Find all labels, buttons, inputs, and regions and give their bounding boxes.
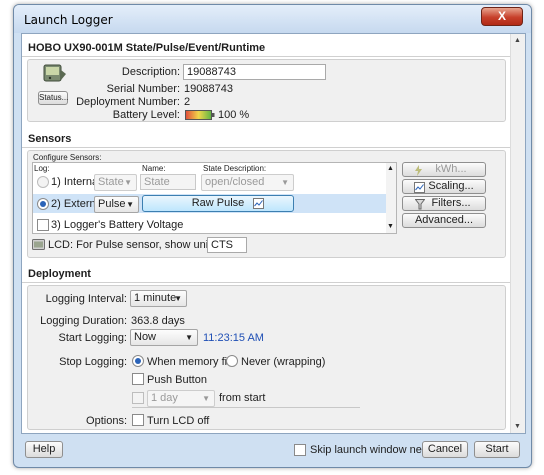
deployment-number-value: 2 — [184, 96, 191, 108]
push-button-label: Push Button — [147, 374, 207, 386]
sensor-1-state-select[interactable]: open/closed ▼ — [201, 174, 294, 191]
from-start-label: from start — [219, 392, 266, 404]
serial-number-label: Serial Number: — [106, 83, 180, 95]
logging-interval-select[interactable]: 1 minute ▼ — [130, 290, 187, 307]
logging-duration-value: 363.8 days — [131, 315, 185, 327]
options-label: Options: — [86, 415, 127, 427]
graph-icon — [253, 198, 264, 209]
chevron-down-icon: ▼ — [202, 394, 210, 403]
turn-lcd-off-label: Turn LCD off — [147, 415, 210, 427]
battery-icon — [185, 110, 215, 120]
lcd-units-field[interactable]: CTS — [207, 237, 247, 253]
scroll-up-icon[interactable]: ▲ — [387, 165, 394, 172]
chevron-down-icon: ▼ — [126, 200, 134, 209]
sensor-2-type-select[interactable]: Pulse ▼ — [94, 196, 139, 213]
advanced-button[interactable]: Advanced... — [402, 213, 486, 228]
chevron-down-icon: ▼ — [124, 178, 132, 187]
scroll-up-icon[interactable]: ▲ — [514, 37, 521, 44]
start-logging-label: Start Logging: — [58, 332, 128, 344]
launch-logger-window: Launch Logger X HOBO UX90-001M State/Pul… — [13, 4, 532, 468]
lcd-icon — [32, 239, 45, 250]
stop-memory-radio[interactable] — [132, 355, 144, 367]
scroll-down-icon[interactable]: ▼ — [387, 223, 394, 230]
logging-duration-label: Logging Duration: — [40, 315, 127, 327]
deployment-heading: Deployment — [28, 268, 91, 280]
sensor-1-radio[interactable] — [37, 176, 49, 188]
description-label: Description: — [121, 66, 180, 78]
deployment-panel: Logging Interval: 1 minute ▼ Logging Dura… — [27, 285, 506, 430]
logger-device-icon — [43, 64, 66, 82]
stop-never-label: Never (wrapping) — [241, 356, 326, 368]
dialog-body: HOBO UX90-001M State/Pulse/Event/Runtime… — [21, 33, 526, 434]
column-name: Name: — [142, 164, 166, 173]
scaling-graph-icon — [414, 182, 425, 193]
column-state-description: State Description: — [203, 164, 267, 173]
push-button-checkbox[interactable] — [132, 373, 144, 385]
title-bar: Launch Logger X — [14, 5, 531, 33]
sensors-panel: Configure Sensors: Log: Name: State Desc… — [27, 150, 506, 258]
chevron-down-icon: ▼ — [174, 294, 182, 303]
turn-lcd-off-checkbox[interactable] — [132, 414, 144, 426]
sensor-3-checkbox[interactable] — [37, 219, 49, 231]
chevron-down-icon: ▼ — [281, 178, 289, 187]
configure-sensors-label: Configure Sensors: — [33, 153, 102, 162]
sensor-list: Log: Name: State Description: 1) Interna… — [32, 162, 397, 234]
column-log: Log: — [34, 164, 50, 173]
start-time: 11:23:15 AM — [203, 332, 264, 344]
main-scrollbar[interactable]: ▲ ▼ — [510, 34, 525, 433]
duration-stop-checkbox[interactable] — [132, 392, 144, 404]
stop-memory-label: When memory fills — [147, 356, 238, 368]
sensor-2-radio[interactable] — [37, 198, 49, 210]
cancel-button[interactable]: Cancel — [422, 441, 468, 458]
divider — [22, 56, 511, 57]
sensor-1-name-field[interactable]: State — [140, 174, 196, 190]
sensors-heading: Sensors — [28, 133, 72, 145]
sensor-1-type-select[interactable]: State ▼ — [94, 174, 137, 191]
window-title: Launch Logger — [24, 13, 113, 27]
logging-interval-label: Logging Interval: — [45, 293, 127, 305]
scroll-area: HOBO UX90-001M State/Pulse/Event/Runtime… — [22, 34, 511, 433]
logger-model-heading: HOBO UX90-001M State/Pulse/Event/Runtime — [28, 42, 266, 54]
scroll-down-icon[interactable]: ▼ — [514, 423, 521, 430]
lightning-icon — [415, 165, 422, 176]
battery-level-value: 100 % — [218, 109, 250, 121]
raw-pulse-label: Raw Pulse — [191, 197, 245, 209]
battery-level-label: Battery Level: — [112, 109, 180, 121]
dialog-footer: Help Skip launch window next time Cancel… — [14, 435, 531, 468]
skip-launch-checkbox[interactable] — [294, 444, 306, 456]
divider — [132, 407, 360, 408]
close-button[interactable]: X — [481, 7, 523, 26]
raw-pulse-button[interactable]: Raw Pulse — [142, 195, 294, 212]
close-icon: X — [497, 9, 506, 23]
deployment-number-label: Deployment Number: — [76, 96, 180, 108]
start-button[interactable]: Start — [474, 441, 520, 458]
divider — [22, 147, 511, 148]
lcd-label: LCD: For Pulse sensor, show units — [48, 239, 217, 251]
sensor-list-scrollbar[interactable]: ▲ ▼ — [386, 163, 396, 233]
description-field[interactable]: 19088743 — [183, 64, 326, 80]
stop-never-radio[interactable] — [226, 355, 238, 367]
start-logging-select[interactable]: Now ▼ — [130, 329, 198, 346]
serial-number-value: 19088743 — [184, 83, 233, 95]
logger-info-panel: Status... Description: 19088743 Serial N… — [27, 59, 506, 122]
divider — [22, 282, 511, 283]
sensor-3-label: 3) Logger's Battery Voltage — [51, 219, 184, 231]
filter-icon — [415, 199, 425, 210]
stop-logging-label: Stop Logging: — [59, 356, 127, 368]
scaling-button[interactable]: Scaling... — [402, 179, 486, 194]
chevron-down-icon: ▼ — [185, 333, 193, 342]
kwh-button[interactable]: kWh... — [402, 162, 486, 177]
filters-button[interactable]: Filters... — [402, 196, 486, 211]
help-button[interactable]: Help — [25, 441, 63, 458]
duration-stop-select[interactable]: 1 day ▼ — [147, 390, 215, 407]
